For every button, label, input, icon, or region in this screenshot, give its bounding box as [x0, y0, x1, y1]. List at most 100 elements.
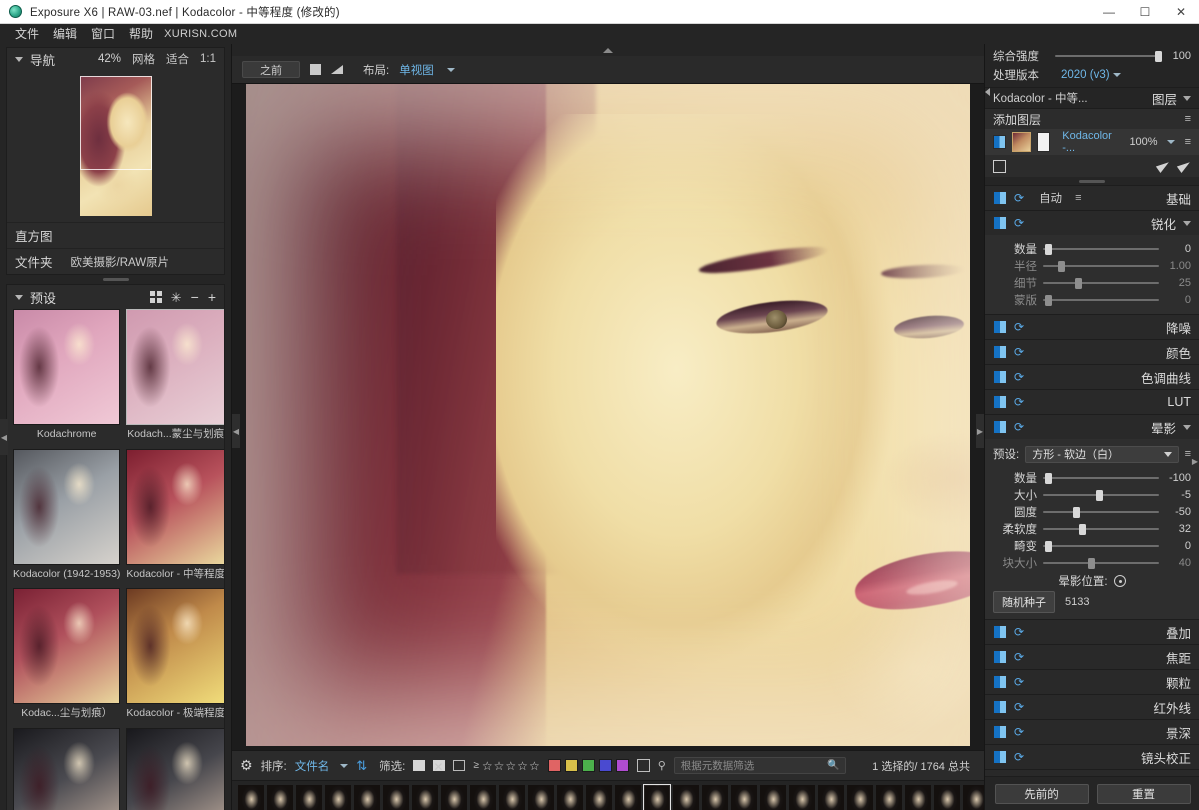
layer-options-icon[interactable]: ≡ — [1185, 136, 1191, 148]
menu-file[interactable]: 文件 — [8, 24, 46, 44]
slider-row[interactable]: 圆度 -50 — [985, 503, 1199, 520]
chevron-left-icon[interactable] — [985, 88, 990, 96]
color-label-swatch[interactable] — [615, 759, 629, 772]
preset-item[interactable]: Kodach...蒙尘与划痕 — [126, 309, 224, 443]
filmstrip-thumbnail[interactable] — [383, 784, 409, 810]
left-splitter[interactable] — [0, 275, 231, 284]
slider-value[interactable]: 25 — [1159, 277, 1191, 289]
preset-thumbnail[interactable] — [13, 309, 121, 425]
filmstrip-thumbnail[interactable] — [528, 784, 554, 810]
slider-row[interactable]: 蒙版 0 — [985, 291, 1199, 308]
preset-item[interactable]: 发黄且变暗（破损） — [126, 727, 224, 810]
auto-label[interactable]: 自动 — [1039, 190, 1062, 206]
filmstrip-thumbnail[interactable] — [557, 784, 583, 810]
preset-item[interactable]: 发黄且变暗 — [13, 727, 121, 810]
section-header[interactable]: ⟳ 色调曲线 — [985, 88, 1199, 389]
section-toggle-icon[interactable] — [993, 420, 1007, 434]
chevron-down-icon[interactable] — [1183, 95, 1191, 101]
slider-row[interactable]: 数量 0 — [985, 240, 1199, 257]
slider-handle[interactable] — [1045, 540, 1053, 552]
section-toggle-icon[interactable] — [993, 650, 1007, 664]
crop-icon[interactable] — [993, 159, 1006, 173]
section-basic-header[interactable]: ⟳ 自动 ≡ 基础 — [985, 88, 1199, 210]
search-toggle-icon[interactable]: ⚲ — [658, 759, 666, 772]
filmstrip-thumbnail[interactable] — [615, 784, 641, 810]
image-canvas[interactable]: ◀ ▶ — [232, 84, 984, 750]
close-button[interactable]: ✕ — [1163, 0, 1199, 24]
filmstrip-thumbnail[interactable] — [586, 784, 612, 810]
canvas-left-arrow[interactable]: ◀ — [232, 414, 240, 448]
slider-track[interactable] — [1043, 557, 1159, 569]
section-toggle-icon[interactable] — [993, 370, 1007, 384]
gear-icon[interactable]: ⚙ — [240, 757, 253, 774]
chevron-down-icon[interactable] — [340, 763, 349, 768]
filmstrip-thumbnail[interactable] — [325, 784, 351, 810]
sort-direction-icon[interactable]: ⇅ — [356, 758, 367, 774]
filmstrip-thumbnail[interactable] — [876, 784, 902, 810]
search-input[interactable] — [680, 759, 827, 772]
slider-row[interactable]: 畸变 0 — [985, 537, 1199, 554]
slider-handle[interactable] — [1088, 557, 1096, 569]
main-photo[interactable] — [246, 84, 970, 746]
slider-handle[interactable] — [1078, 523, 1086, 535]
section-toggle-icon[interactable] — [993, 345, 1007, 359]
section-sharpen-header[interactable]: ⟳ 锐化 — [985, 211, 1199, 235]
chevron-down-icon[interactable] — [446, 67, 455, 72]
section-toggle-icon[interactable] — [993, 675, 1007, 689]
reset-button[interactable]: 重置 — [1096, 783, 1191, 804]
navigator-preview[interactable] — [7, 70, 224, 222]
process-version-value[interactable]: 2020 (v3) — [1061, 69, 1110, 81]
navigator-crop-rect[interactable] — [79, 76, 152, 170]
grid-view-icon[interactable] — [149, 291, 162, 303]
slider-track[interactable] — [1043, 523, 1159, 535]
sort-value[interactable]: 文件名 — [295, 758, 330, 774]
section-toggle-icon[interactable] — [993, 625, 1007, 639]
filmstrip-thumbnail[interactable] — [731, 784, 757, 810]
filmstrip-thumbnail[interactable] — [412, 784, 438, 810]
chevron-down-icon[interactable] — [1183, 220, 1191, 226]
plus-icon[interactable]: + — [208, 290, 216, 304]
filmstrip-thumbnail[interactable] — [702, 784, 728, 810]
slider-value[interactable]: 0 — [1159, 540, 1191, 552]
slider-handle[interactable] — [1045, 243, 1053, 255]
compare-icon[interactable]: ✳ — [171, 291, 182, 304]
preset-thumbnail[interactable] — [13, 727, 121, 810]
split-view-diagonal-icon[interactable] — [331, 65, 343, 74]
right-collapse-arrow[interactable]: ▶ — [1191, 444, 1199, 478]
left-collapse-arrow[interactable]: ◀ — [0, 419, 8, 455]
overall-strength-slider[interactable] — [1055, 50, 1162, 62]
equals-icon[interactable]: ≡ — [1075, 192, 1081, 204]
filmstrip-thumbnail[interactable] — [789, 784, 815, 810]
preset-thumbnail[interactable] — [126, 309, 224, 425]
section-toggle-icon[interactable] — [993, 191, 1007, 205]
star-icon[interactable]: ☆ — [482, 759, 493, 773]
slider-handle[interactable] — [1058, 260, 1066, 272]
section-toggle-icon[interactable] — [993, 216, 1007, 230]
slider-row[interactable]: 柔软度 32 — [985, 520, 1199, 537]
preset-item[interactable]: Kodacolor - 极端程度 — [126, 588, 224, 722]
filmstrip-thumbnail[interactable] — [643, 783, 671, 810]
slider-handle[interactable] — [1073, 506, 1081, 518]
color-label-swatch[interactable] — [564, 759, 578, 772]
filmstrip-thumbnail[interactable] — [499, 784, 525, 810]
preset-thumbnail[interactable] — [13, 448, 121, 565]
menu-edit[interactable]: 编辑 — [46, 24, 84, 44]
section-header[interactable]: ⟳ LUT — [985, 88, 1199, 414]
filmstrip-thumbnail[interactable] — [267, 784, 293, 810]
color-label-swatch[interactable] — [581, 759, 595, 772]
navigator-ratio-button[interactable]: 1:1 — [200, 53, 216, 65]
slider-track[interactable] — [1043, 489, 1159, 501]
slider-track[interactable] — [1043, 472, 1159, 484]
slider-value[interactable]: -5 — [1159, 489, 1191, 501]
vignette-preset-select[interactable]: 方形 - 软边（白） — [1025, 445, 1179, 463]
star-icon[interactable]: ☆ — [517, 759, 528, 773]
filmstrip-thumbnail[interactable] — [905, 784, 931, 810]
section-toggle-icon[interactable] — [993, 700, 1007, 714]
filmstrip-thumbnail[interactable] — [238, 784, 264, 810]
color-label-none-icon[interactable] — [636, 759, 650, 772]
slider-value[interactable]: 32 — [1159, 523, 1191, 535]
paint-brush-icon[interactable] — [1176, 158, 1193, 174]
minimize-button[interactable]: — — [1091, 0, 1127, 24]
section-header[interactable]: ⟳ 镜头校正 — [985, 88, 1199, 769]
slider-row[interactable]: 细节 25 — [985, 274, 1199, 291]
